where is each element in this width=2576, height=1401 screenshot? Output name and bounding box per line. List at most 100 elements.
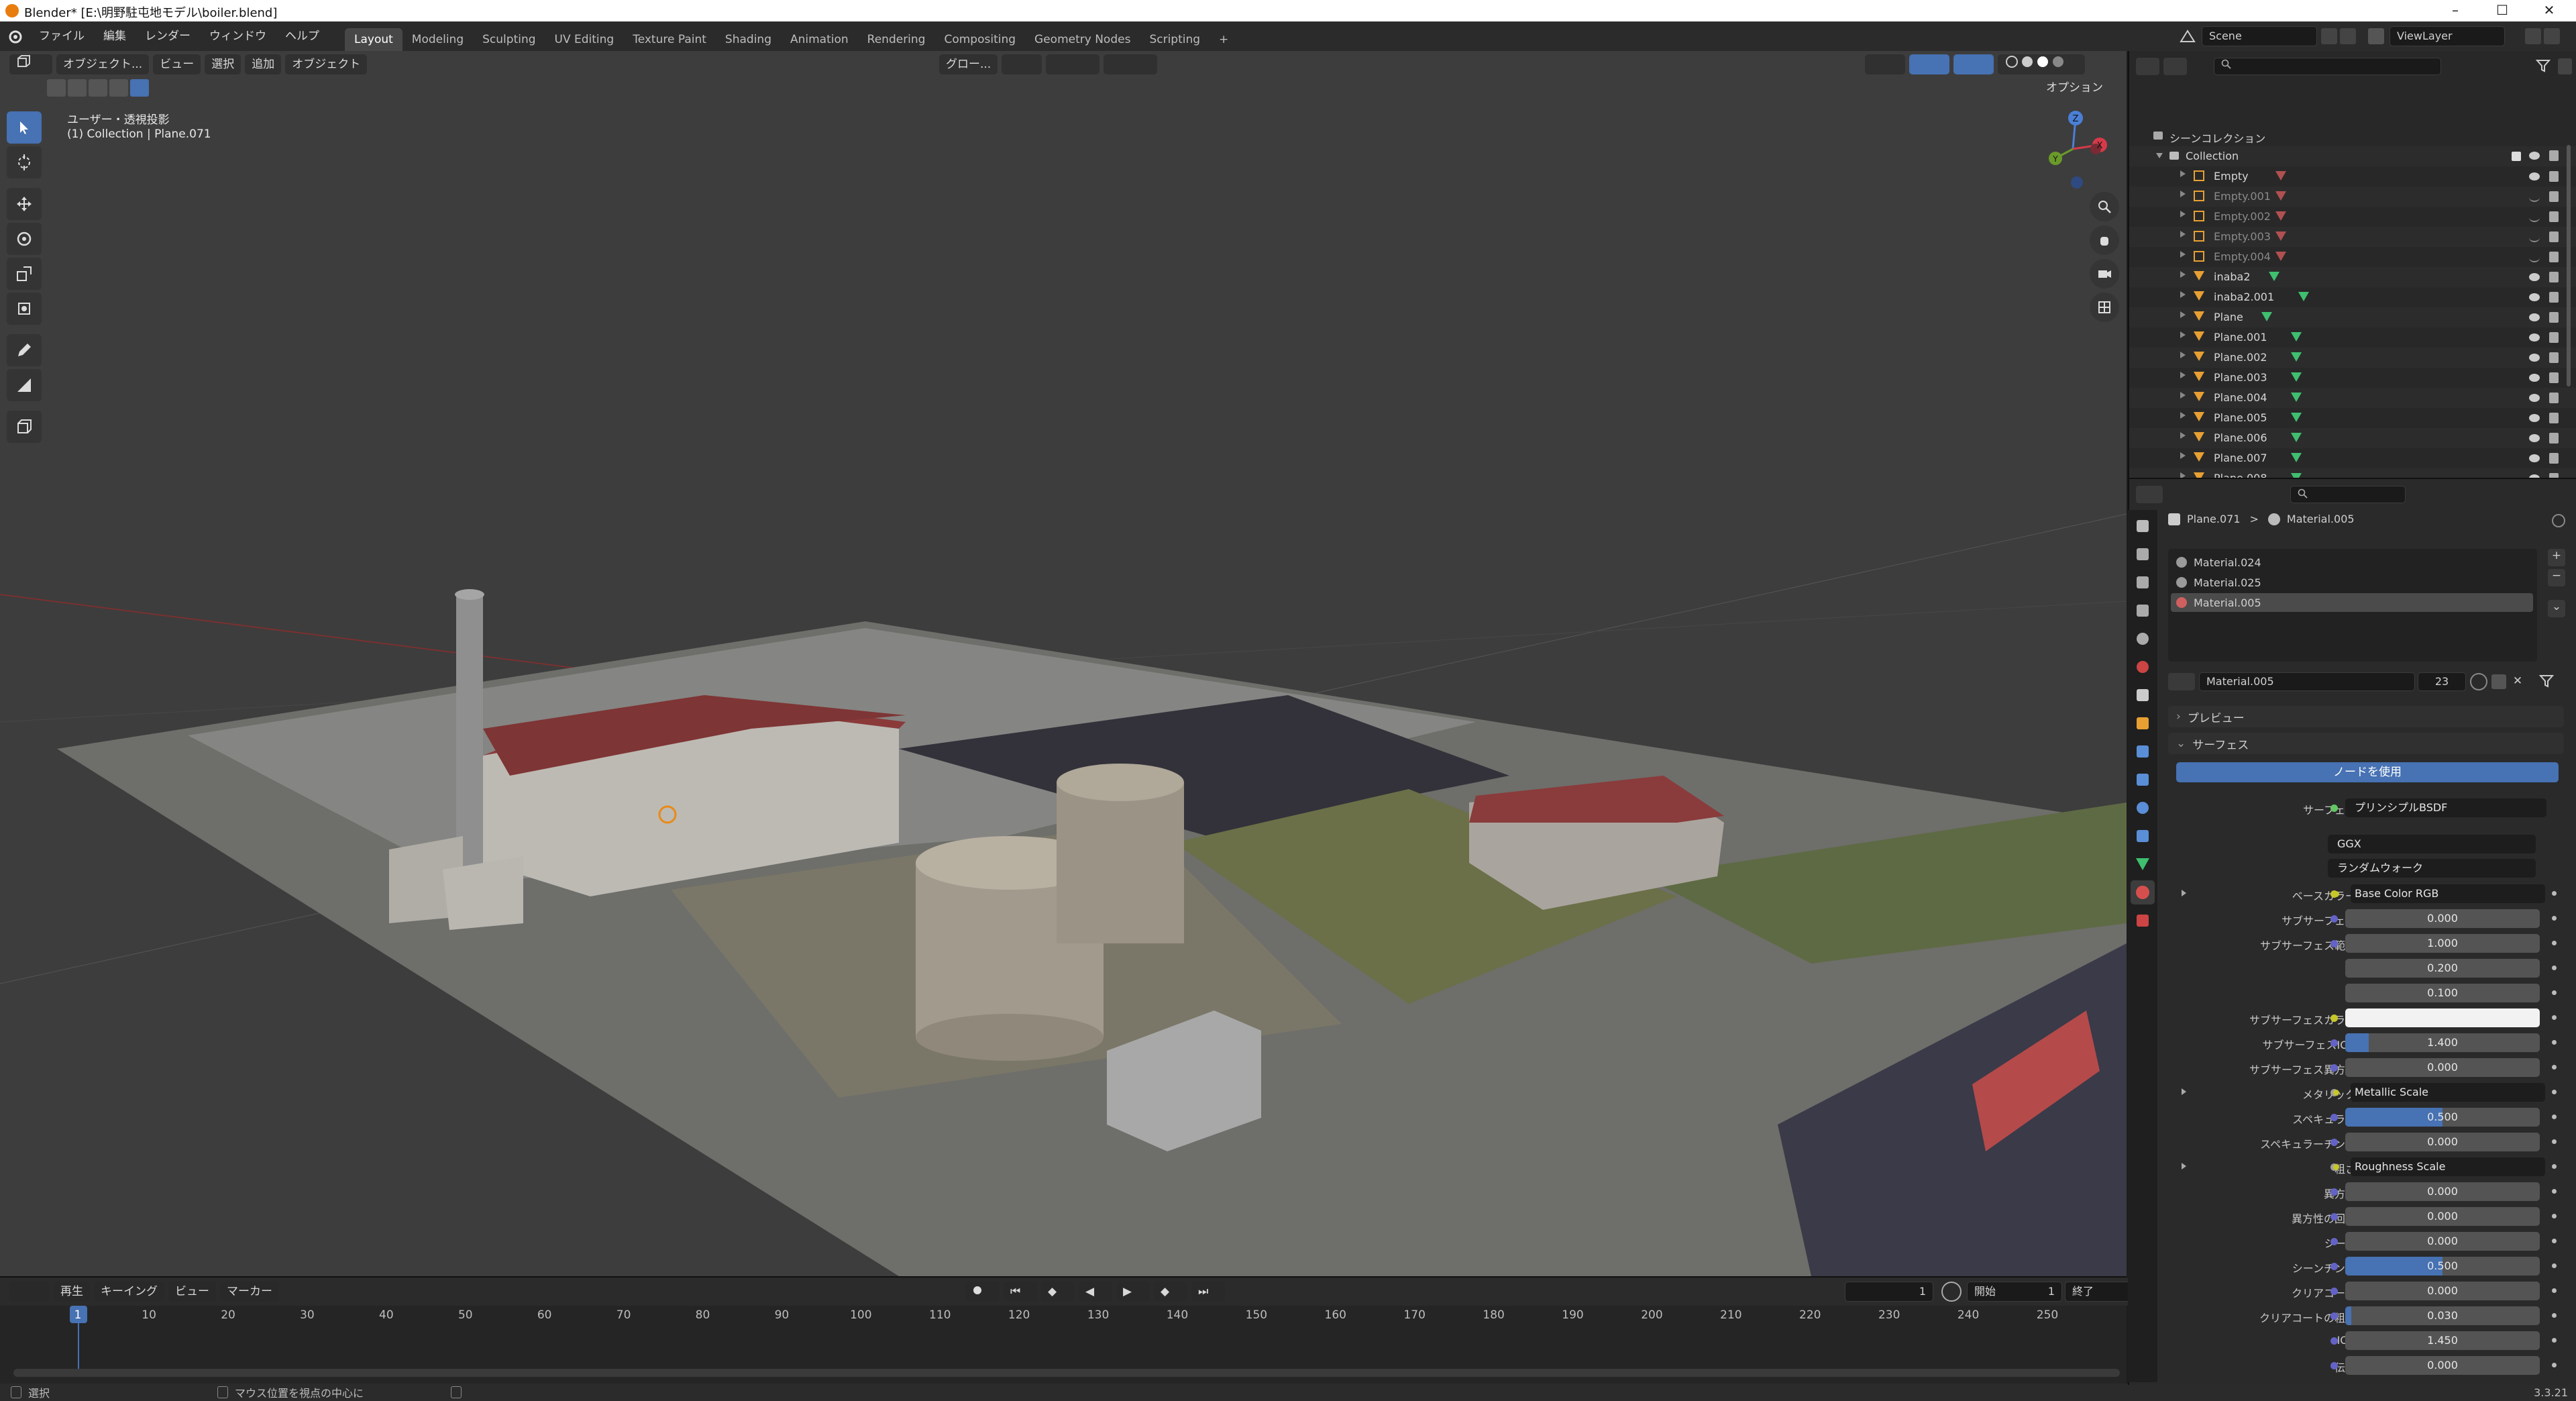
keyframe-dot-icon[interactable] — [2552, 1263, 2557, 1268]
transform-tool[interactable] — [7, 293, 42, 325]
input-socket-icon[interactable] — [2330, 915, 2338, 923]
render-camera-icon[interactable] — [2549, 211, 2559, 222]
eye-icon[interactable] — [2529, 414, 2540, 422]
outliner-row-object[interactable]: Plane.006 — [2129, 428, 2576, 448]
view-layer-tab-icon[interactable] — [2131, 599, 2155, 623]
outliner-row-collection[interactable]: Collection — [2129, 146, 2576, 166]
expand-arrow-icon[interactable] — [2180, 372, 2186, 378]
empty-data-icon[interactable] — [2275, 252, 2286, 261]
add-slot-button[interactable]: + — [2548, 549, 2565, 566]
outliner-editor-type-icon[interactable] — [2136, 58, 2160, 75]
data-tab-icon[interactable] — [2131, 852, 2155, 876]
select-subtract-icon[interactable] — [89, 79, 107, 97]
eye-closed-icon[interactable] — [2529, 253, 2540, 262]
collection-tab-icon[interactable] — [2131, 683, 2155, 707]
tool-tab-icon[interactable] — [2131, 514, 2155, 538]
number-slider[interactable]: 0.000 — [2345, 1232, 2540, 1251]
number-slider[interactable]: 0.000 — [2345, 1207, 2540, 1226]
pivot-point-icon[interactable] — [1002, 54, 1042, 74]
timeline-menu-playback[interactable]: 再生 — [54, 1282, 90, 1302]
constraints-tab-icon[interactable] — [2131, 824, 2155, 848]
number-slider[interactable]: 0.000 — [2345, 1058, 2540, 1077]
expand-arrow-icon[interactable] — [2180, 211, 2186, 217]
keyframe-dot-icon[interactable] — [2552, 1065, 2557, 1070]
mesh-data-icon[interactable] — [2291, 393, 2302, 402]
expand-arrow-icon[interactable] — [2180, 271, 2186, 278]
mesh-data-icon[interactable] — [2291, 433, 2302, 442]
camera-view-button[interactable] — [2090, 259, 2119, 289]
number-slider[interactable]: 0.200 — [2345, 959, 2540, 978]
keyframe-dot-icon[interactable] — [2552, 1015, 2557, 1020]
input-socket-icon[interactable] — [2330, 1139, 2338, 1146]
select-invert-icon[interactable] — [109, 79, 128, 97]
number-slider[interactable]: 0.030 — [2345, 1306, 2540, 1325]
fake-user-shield-icon[interactable] — [2470, 673, 2487, 690]
expand-arrow-icon[interactable] — [2156, 153, 2163, 158]
eye-icon[interactable] — [2529, 273, 2540, 281]
navigation-gizmo[interactable]: Z X Y — [2033, 109, 2113, 189]
render-camera-icon[interactable] — [2549, 292, 2559, 303]
pan-button[interactable] — [2090, 225, 2119, 255]
expand-arrow-icon[interactable] — [2180, 191, 2186, 197]
number-slider[interactable]: 0.000 — [2345, 1182, 2540, 1201]
gizmo-toggle-icon[interactable] — [1909, 54, 1949, 74]
outliner-scrollbar[interactable] — [2567, 145, 2571, 386]
expand-arrow-icon[interactable] — [2180, 231, 2186, 238]
tab-geometry-nodes[interactable]: Geometry Nodes — [1025, 28, 1140, 51]
tab-compositing[interactable]: Compositing — [934, 28, 1025, 51]
render-camera-icon[interactable] — [2549, 372, 2559, 383]
tab-shading[interactable]: Shading — [716, 28, 781, 51]
outliner-row-object[interactable]: Plane.003 — [2129, 368, 2576, 388]
render-camera-icon[interactable] — [2549, 433, 2559, 444]
material-filter-icon[interactable] — [2538, 673, 2556, 690]
timeline-scrollbar[interactable] — [13, 1369, 2120, 1377]
viewport-menu-view[interactable]: ビュー — [153, 54, 201, 74]
duplicate-material-icon[interactable] — [2491, 674, 2506, 689]
expand-arrow-icon[interactable] — [2182, 890, 2186, 896]
overlay-toggle-icon[interactable] — [1953, 54, 1994, 74]
physics-tab-icon[interactable] — [2131, 796, 2155, 820]
scene-tab-icon[interactable] — [2131, 627, 2155, 651]
eye-icon[interactable] — [2529, 454, 2540, 462]
render-camera-icon[interactable] — [2549, 231, 2559, 242]
add-cube-tool[interactable] — [7, 411, 42, 443]
empty-data-icon[interactable] — [2275, 191, 2286, 201]
eye-icon[interactable] — [2529, 313, 2540, 321]
timeline-menu-view[interactable]: ビュー — [168, 1282, 216, 1302]
render-camera-icon[interactable] — [2549, 272, 2559, 282]
keyframe-dot-icon[interactable] — [2552, 990, 2557, 995]
linked-input-field[interactable]: Metallic Scale — [2351, 1083, 2545, 1102]
mesh-data-icon[interactable] — [2291, 332, 2302, 342]
number-slider[interactable]: 0.500 — [2345, 1257, 2540, 1276]
expand-arrow-icon[interactable] — [2182, 1163, 2186, 1170]
number-slider[interactable]: 0.000 — [2345, 909, 2540, 928]
keyframe-dot-icon[interactable] — [2552, 941, 2557, 945]
viewport-menu-add[interactable]: 追加 — [245, 54, 282, 74]
expand-arrow-icon[interactable] — [2180, 392, 2186, 399]
material-slot-item[interactable]: Material.005 — [2171, 593, 2533, 612]
select-extend-icon[interactable] — [68, 79, 87, 97]
render-camera-icon[interactable] — [2549, 150, 2559, 161]
outliner[interactable]: シーンコレクション Collection Empty Empty.001 Empty… — [2128, 51, 2576, 529]
keyframe-dot-icon[interactable] — [2552, 1114, 2557, 1119]
expand-arrow-icon[interactable] — [2182, 1088, 2186, 1095]
outliner-row-object[interactable]: Empty — [2129, 166, 2576, 187]
input-socket-icon[interactable] — [2330, 1312, 2338, 1320]
object-mode-select[interactable]: オブジェクト... — [56, 54, 150, 74]
input-socket-icon[interactable] — [2330, 1288, 2338, 1295]
record-icon[interactable] — [966, 1282, 1000, 1302]
remove-slot-button[interactable]: − — [2548, 569, 2565, 586]
expand-arrow-icon[interactable] — [2180, 352, 2186, 358]
number-slider[interactable]: 0.000 — [2345, 1356, 2540, 1375]
input-socket-icon[interactable] — [2330, 1064, 2338, 1072]
expand-arrow-icon[interactable] — [2180, 311, 2186, 318]
expand-arrow-icon[interactable] — [2180, 331, 2186, 338]
cursor-tool[interactable] — [7, 146, 42, 178]
prev-keyframe-icon[interactable]: ◆ — [1041, 1282, 1075, 1302]
timeline-menu-keying[interactable]: キーイング — [94, 1282, 164, 1302]
browse-material-icon[interactable] — [2168, 673, 2195, 690]
distribution-select[interactable]: GGX — [2328, 835, 2536, 853]
keyframe-dot-icon[interactable] — [2552, 966, 2557, 970]
number-slider[interactable]: 0.000 — [2345, 1282, 2540, 1300]
eye-closed-icon[interactable] — [2529, 213, 2540, 222]
